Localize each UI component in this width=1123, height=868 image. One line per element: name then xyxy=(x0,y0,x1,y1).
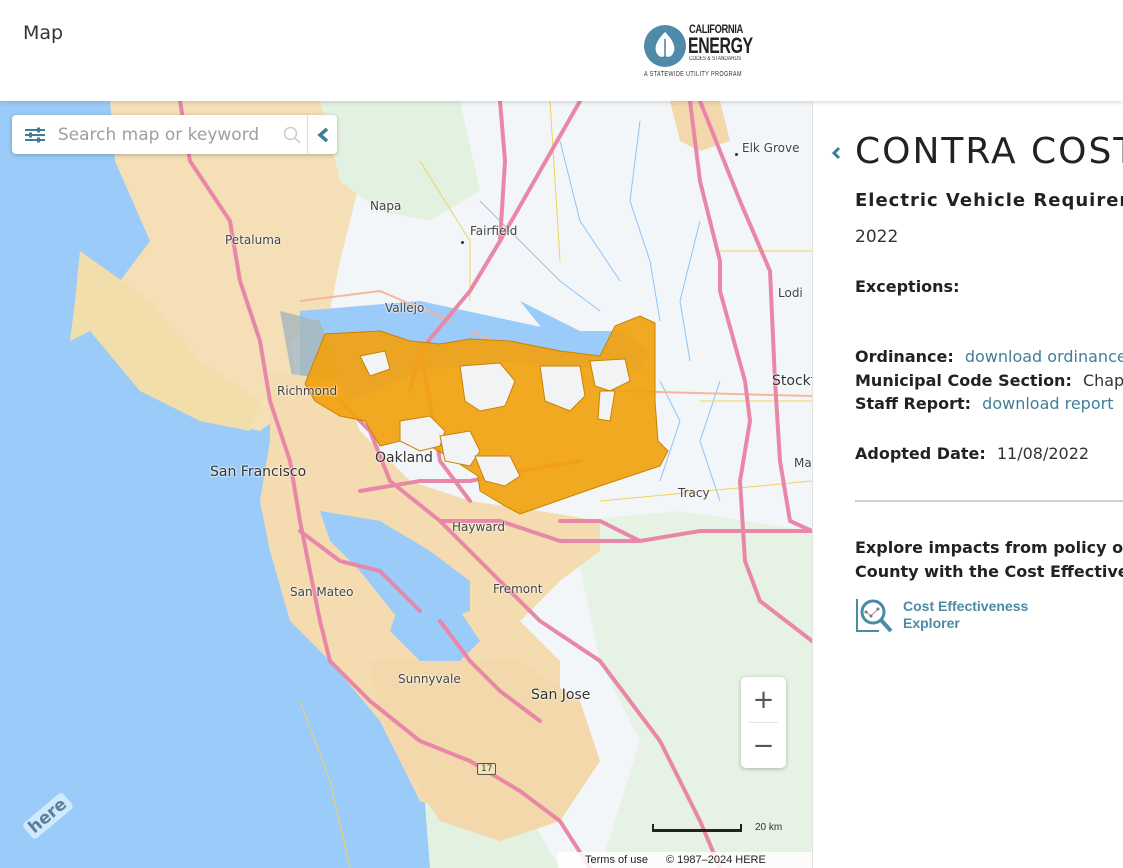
cee-label[interactable]: Cost Effectiveness Explorer xyxy=(903,598,1028,632)
cee-label-line1: Cost Effectiveness xyxy=(903,598,1029,614)
adopted-date-row: Adopted Date: 11/08/2022 xyxy=(855,444,1089,463)
map-label-elk-grove: Elk Grove xyxy=(742,141,800,155)
logo-text-codes: CODES & STANDARDS xyxy=(689,56,742,62)
map-label-napa: Napa xyxy=(370,199,402,213)
ordinance-label: Ordinance: xyxy=(855,347,954,366)
exceptions-label: Exceptions: xyxy=(855,277,960,296)
map-label-sunnyvale: Sunnyvale xyxy=(398,672,461,686)
explore-text-line1: Explore impacts from policy opti xyxy=(855,538,1123,557)
adopted-date-value: 11/08/2022 xyxy=(996,444,1090,463)
scale-label: 20 km xyxy=(755,822,783,833)
details-panel: CONTRA COSTA Electric Vehicle Requirem 2… xyxy=(812,101,1123,868)
header: Map CALIFORNIA ENERGY CODES & STANDARDS … xyxy=(0,0,1123,101)
logo-text-tagline: A STATEWIDE UTILITY PROGRAM xyxy=(644,71,742,78)
search-input[interactable] xyxy=(57,124,278,145)
scale-bar xyxy=(652,824,742,832)
download-ordinance-link[interactable]: download ordinance xyxy=(965,347,1123,366)
map-label-san-jose: San Jose xyxy=(531,687,591,703)
map-label-oakland: Oakland xyxy=(375,450,433,466)
city-dot xyxy=(735,153,738,156)
collapse-search-button[interactable] xyxy=(307,115,337,154)
map-label-manteca: Ma xyxy=(794,456,812,470)
adopted-date-label: Adopted Date: xyxy=(855,444,986,463)
zoom-controls: + − xyxy=(741,677,786,768)
basemap xyxy=(0,101,812,868)
ordinance-row: Ordinance: download ordinance xyxy=(855,347,1123,366)
map-attribution: Terms of use © 1987–2024 HERE xyxy=(558,852,812,868)
map-label-petaluma: Petaluma xyxy=(225,233,282,247)
map-label-san-francisco: San Francisco xyxy=(210,464,307,480)
map-label-fremont: Fremont xyxy=(493,582,543,596)
magnifier-chart-icon xyxy=(856,599,893,633)
staff-report-label: Staff Report: xyxy=(855,394,972,413)
explore-text-line2: County with the Cost Effectivene xyxy=(855,562,1123,581)
map-label-vallejo: Vallejo xyxy=(385,301,425,315)
explore-text: Explore impacts from policy opti County … xyxy=(855,536,1123,584)
policy-year: 2022 xyxy=(855,227,899,247)
cee-label-line2: Explorer xyxy=(903,615,960,631)
map-label-tracy: Tracy xyxy=(678,486,710,500)
map-search-bar xyxy=(12,115,337,154)
divider xyxy=(855,500,1123,502)
city-dot xyxy=(461,241,464,244)
exceptions-row: Exceptions: xyxy=(855,277,965,296)
zoom-out-button[interactable]: − xyxy=(741,723,786,768)
sliders-icon[interactable] xyxy=(12,115,58,154)
search-icon[interactable] xyxy=(277,115,307,154)
cost-effectiveness-explorer-link[interactable]: Cost Effectiveness Explorer xyxy=(855,595,1028,635)
map-label-fairfield: Fairfield xyxy=(470,224,518,238)
municipal-code-label: Municipal Code Section: xyxy=(855,371,1072,390)
chevron-left-icon xyxy=(831,146,841,160)
page-title: Map xyxy=(23,22,64,44)
california-energy-codes-logo[interactable]: CALIFORNIA ENERGY CODES & STANDARDS A ST… xyxy=(644,22,754,82)
zoom-in-button[interactable]: + xyxy=(741,677,786,722)
map-label-stockton: Stockt xyxy=(772,373,812,389)
municipal-code-value: Chapter xyxy=(1082,371,1123,390)
copyright-text: © 1987–2024 HERE xyxy=(665,854,766,866)
map-label-hayward: Hayward xyxy=(452,520,505,534)
policy-subtitle: Electric Vehicle Requirem xyxy=(855,190,1123,211)
route-17-shield: 17 xyxy=(477,763,497,775)
terms-of-use-link[interactable]: Terms of use xyxy=(585,854,648,866)
map-label-lodi: Lodi xyxy=(778,286,803,300)
staff-report-row: Staff Report: download report xyxy=(855,394,1113,413)
municipal-code-row: Municipal Code Section: Chapter xyxy=(855,371,1123,390)
jurisdiction-title: CONTRA COSTA xyxy=(855,131,1123,172)
download-report-link[interactable]: download report xyxy=(982,394,1113,413)
leaf-logo-icon xyxy=(644,25,686,67)
chevron-left-icon xyxy=(316,127,328,142)
map-label-san-mateo: San Mateo xyxy=(290,585,354,599)
map-canvas[interactable]: Elk Grove Napa Fairfield Petaluma Vallej… xyxy=(0,101,812,868)
map-label-richmond: Richmond xyxy=(277,384,338,398)
back-button[interactable] xyxy=(831,145,841,164)
